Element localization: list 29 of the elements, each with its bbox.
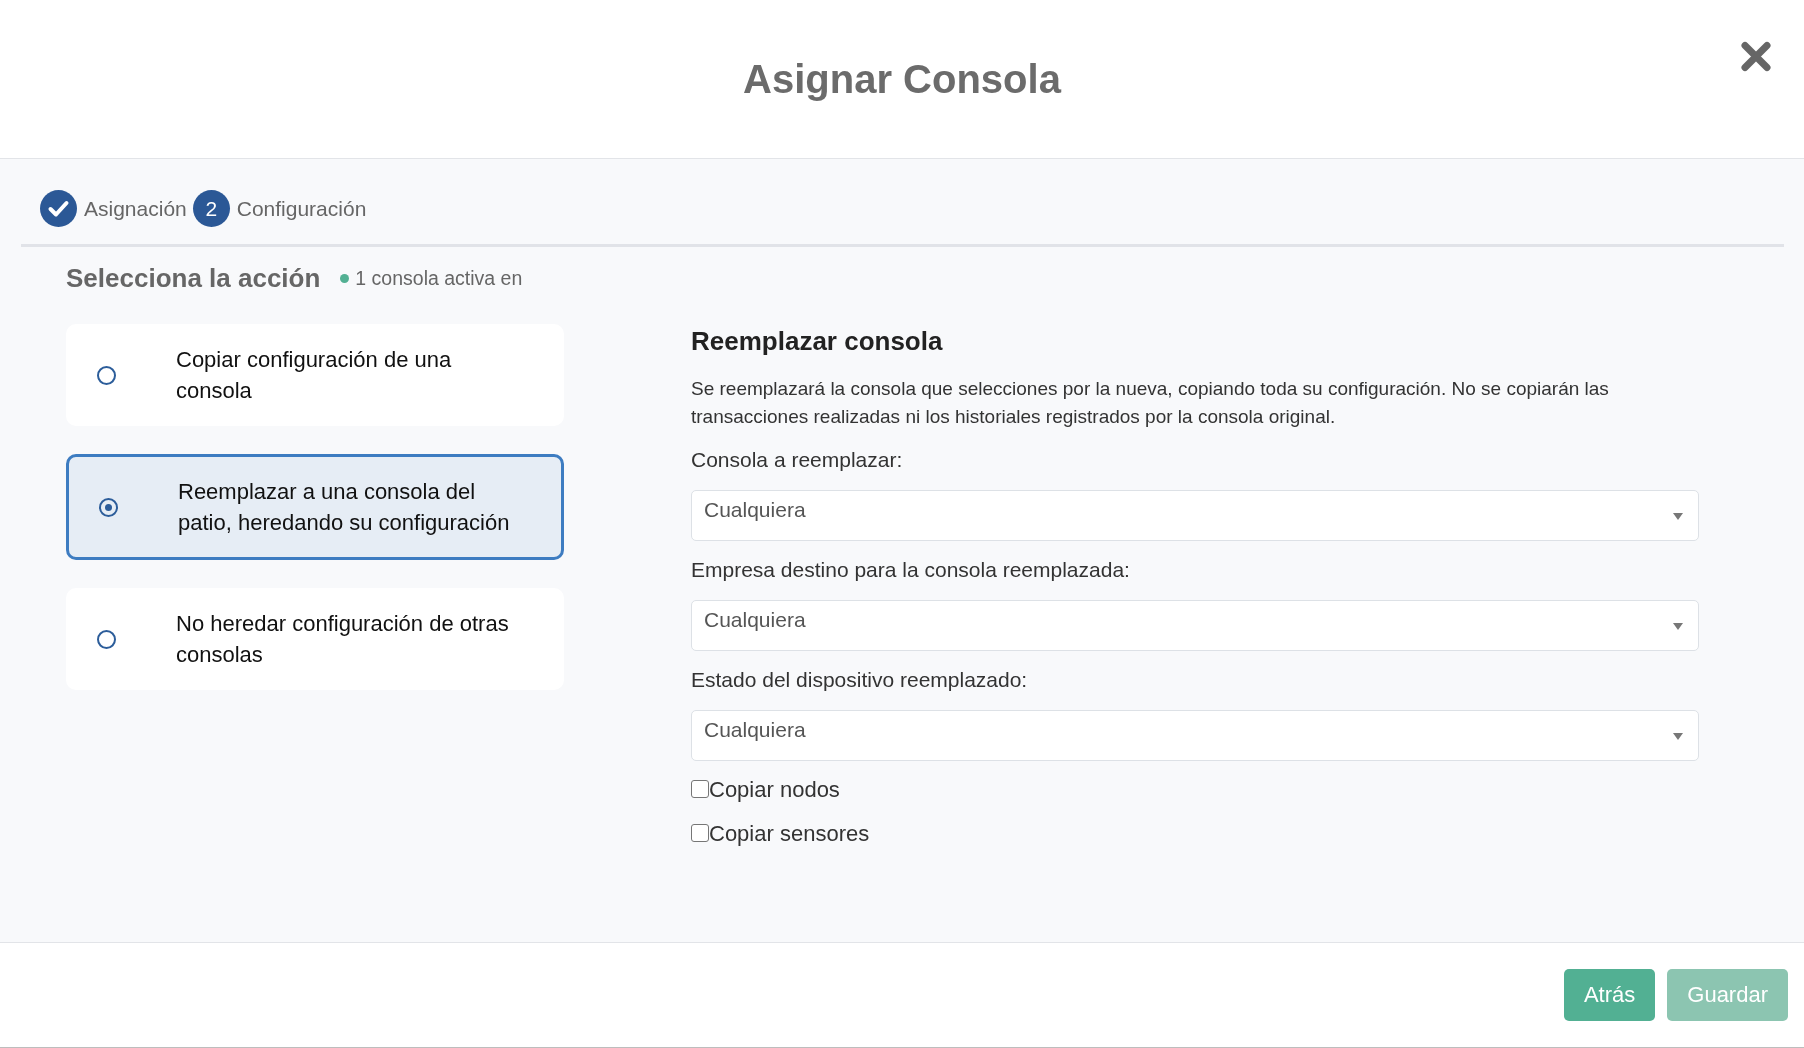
dropdown-field[interactable]: Cualquiera: [691, 490, 1699, 541]
step-label: Configuración: [236, 195, 367, 222]
field-label: Empresa destino para la consola reemplazada:: [691, 557, 1131, 583]
step-number: 2: [192, 190, 230, 227]
caret-icon: [1673, 513, 1683, 520]
dropdown-field[interactable]: Cualquiera: [691, 710, 1699, 761]
radio-button[interactable]: [99, 497, 118, 517]
panel-heading: Reemplazar consola: [691, 325, 944, 357]
radio-button[interactable]: [97, 629, 116, 649]
caret-icon: [1673, 623, 1683, 630]
field-label: Estado del dispositivo reemplazado:: [691, 667, 1029, 693]
option-card[interactable]: Copiar configuración de una consola: [66, 324, 564, 426]
option-card[interactable]: No heredar configuración de otras consolas: [66, 588, 564, 690]
description-text: Se reemplazará la consola que selecciones por la nueva, copiando toda su configuración. No se copiarán las transacciones realizadas ni los historiales registrados por la consola original.: [691, 377, 1610, 429]
dialog-title: Asignar Consola: [743, 56, 1061, 103]
checkbox[interactable]: [691, 779, 709, 798]
status-text: 1 consola activa en: [355, 266, 523, 291]
dropdown-field[interactable]: Cualquiera: [691, 600, 1699, 651]
caret-icon: [1673, 733, 1683, 740]
checkbox[interactable]: [691, 823, 709, 842]
close-icon[interactable]: [1740, 41, 1772, 72]
radio-button[interactable]: [97, 365, 116, 385]
checkbox-label[interactable]: Copiar nodos: [709, 776, 840, 804]
status-dot-icon: [340, 273, 350, 283]
option-card[interactable]: Reemplazar a una consola del patio, heredando su configuración: [66, 454, 564, 560]
step-label: Asignación: [84, 195, 187, 222]
section-heading: Selecciona la acción: [66, 263, 321, 293]
checkbox-label[interactable]: Copiar sensores: [709, 820, 870, 848]
field-label: Consola a reemplazar:: [691, 447, 904, 473]
